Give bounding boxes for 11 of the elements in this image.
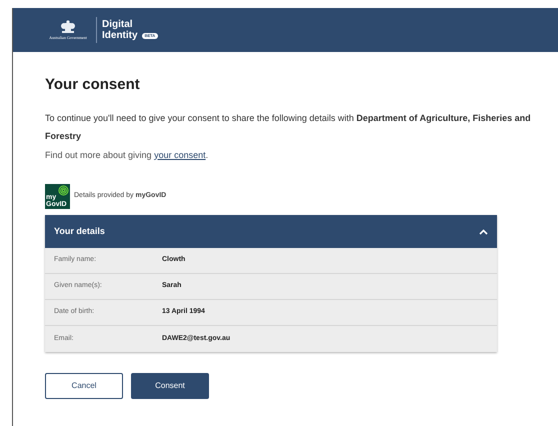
cancel-button[interactable]: Cancel	[45, 373, 123, 399]
page-title: Your consent	[45, 75, 141, 95]
consent-button[interactable]: Consent	[131, 373, 209, 399]
chevron-up-icon	[479, 228, 488, 234]
consent-link[interactable]: your consent	[154, 150, 206, 160]
details-accordion-header[interactable]: Your details	[45, 215, 497, 248]
intro-text: To continue you'll need to give your consent to share the following details with Department of Agriculture, Fisheries and Forestry	[45, 112, 532, 143]
product-name: Identity	[102, 30, 138, 41]
crest-icon	[59, 20, 77, 34]
product-name: Digital	[102, 19, 134, 30]
more-info-text: Find out more about giving your consent.	[45, 148, 210, 162]
